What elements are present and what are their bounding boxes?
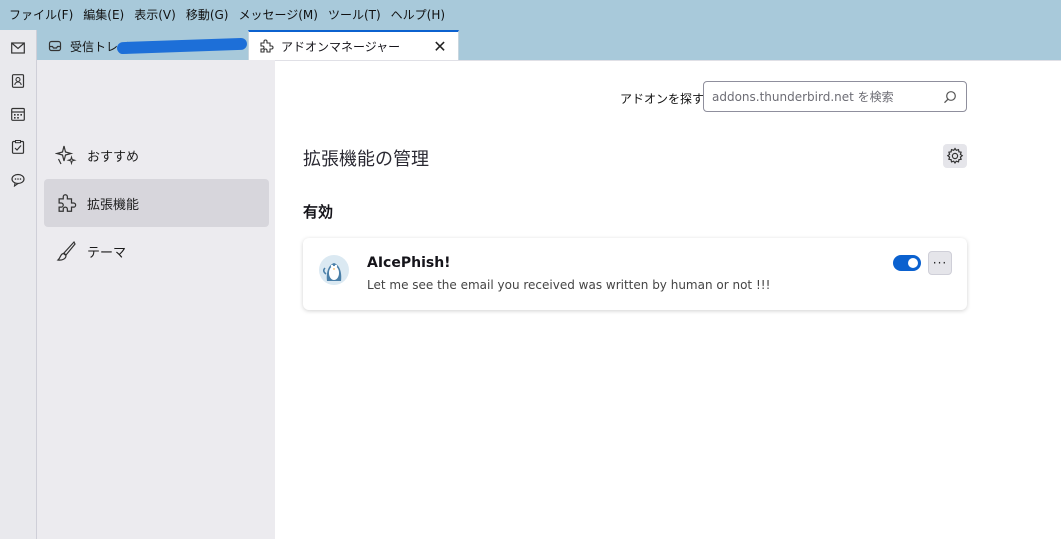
spaces-toolbar (0, 30, 37, 539)
calendar-icon[interactable] (9, 105, 27, 123)
search-icon[interactable] (942, 89, 958, 105)
addon-description: Let me see the email you received was wr… (367, 278, 771, 292)
category-recommended-label: おすすめ (87, 149, 140, 165)
menu-help[interactable]: ヘルプ(H) (386, 0, 450, 30)
menu-go[interactable]: 移動(G) (181, 0, 234, 30)
inbox-icon (47, 38, 63, 54)
tab-strip: 受信トレイ アドオンマネージャー ✕ (37, 30, 1061, 60)
mail-icon[interactable] (9, 39, 27, 57)
more-options-button[interactable]: ··· (928, 251, 952, 275)
category-themes[interactable]: テーマ (44, 227, 269, 275)
addon-manager-main: アドオンを探す 拡張機能の管理 有効 AIcePhish! Let me see… (275, 60, 1061, 539)
menu-bar: ファイル(F) 編集(E) 表示(V) 移動(G) メッセージ(M) ツール(T… (0, 0, 1061, 30)
close-icon[interactable]: ✕ (432, 37, 448, 56)
sparkle-icon (55, 144, 77, 166)
puzzle-icon (55, 192, 77, 214)
addon-card[interactable]: AIcePhish! Let me see the email you rece… (303, 238, 967, 310)
menu-message[interactable]: メッセージ(M) (233, 0, 322, 30)
tasks-icon[interactable] (9, 138, 27, 156)
address-book-icon[interactable] (9, 72, 27, 90)
category-themes-label: テーマ (87, 245, 127, 261)
brush-icon (55, 240, 77, 262)
addon-name: AIcePhish! (367, 255, 451, 271)
find-addons-label: アドオンを探す (620, 92, 705, 106)
tab-inbox[interactable]: 受信トレイ (37, 32, 248, 60)
category-extensions[interactable]: 拡張機能 (44, 179, 269, 227)
addon-search-box[interactable] (703, 81, 967, 112)
menu-edit[interactable]: 編集(E) (78, 0, 129, 30)
addon-enable-toggle[interactable] (893, 255, 921, 271)
addon-logo-icon (317, 253, 351, 287)
page-title: 拡張機能の管理 (303, 149, 429, 170)
menu-view[interactable]: 表示(V) (129, 0, 181, 30)
category-extensions-label: 拡張機能 (87, 197, 140, 213)
addon-search-input[interactable] (712, 89, 932, 104)
toggle-knob (908, 258, 918, 268)
redaction-mark (116, 37, 248, 55)
gear-icon[interactable] (943, 144, 967, 168)
addon-categories: おすすめ 拡張機能 テーマ (37, 60, 275, 539)
tab-addons-label: アドオンマネージャー (281, 39, 401, 54)
chat-icon[interactable] (9, 171, 27, 189)
puzzle-icon (258, 38, 274, 54)
tab-addons-manager[interactable]: アドオンマネージャー ✕ (248, 30, 459, 60)
menu-file[interactable]: ファイル(F) (4, 0, 78, 30)
section-enabled-heading: 有効 (303, 203, 334, 221)
category-recommended[interactable]: おすすめ (44, 131, 269, 179)
menu-tools[interactable]: ツール(T) (323, 0, 386, 30)
